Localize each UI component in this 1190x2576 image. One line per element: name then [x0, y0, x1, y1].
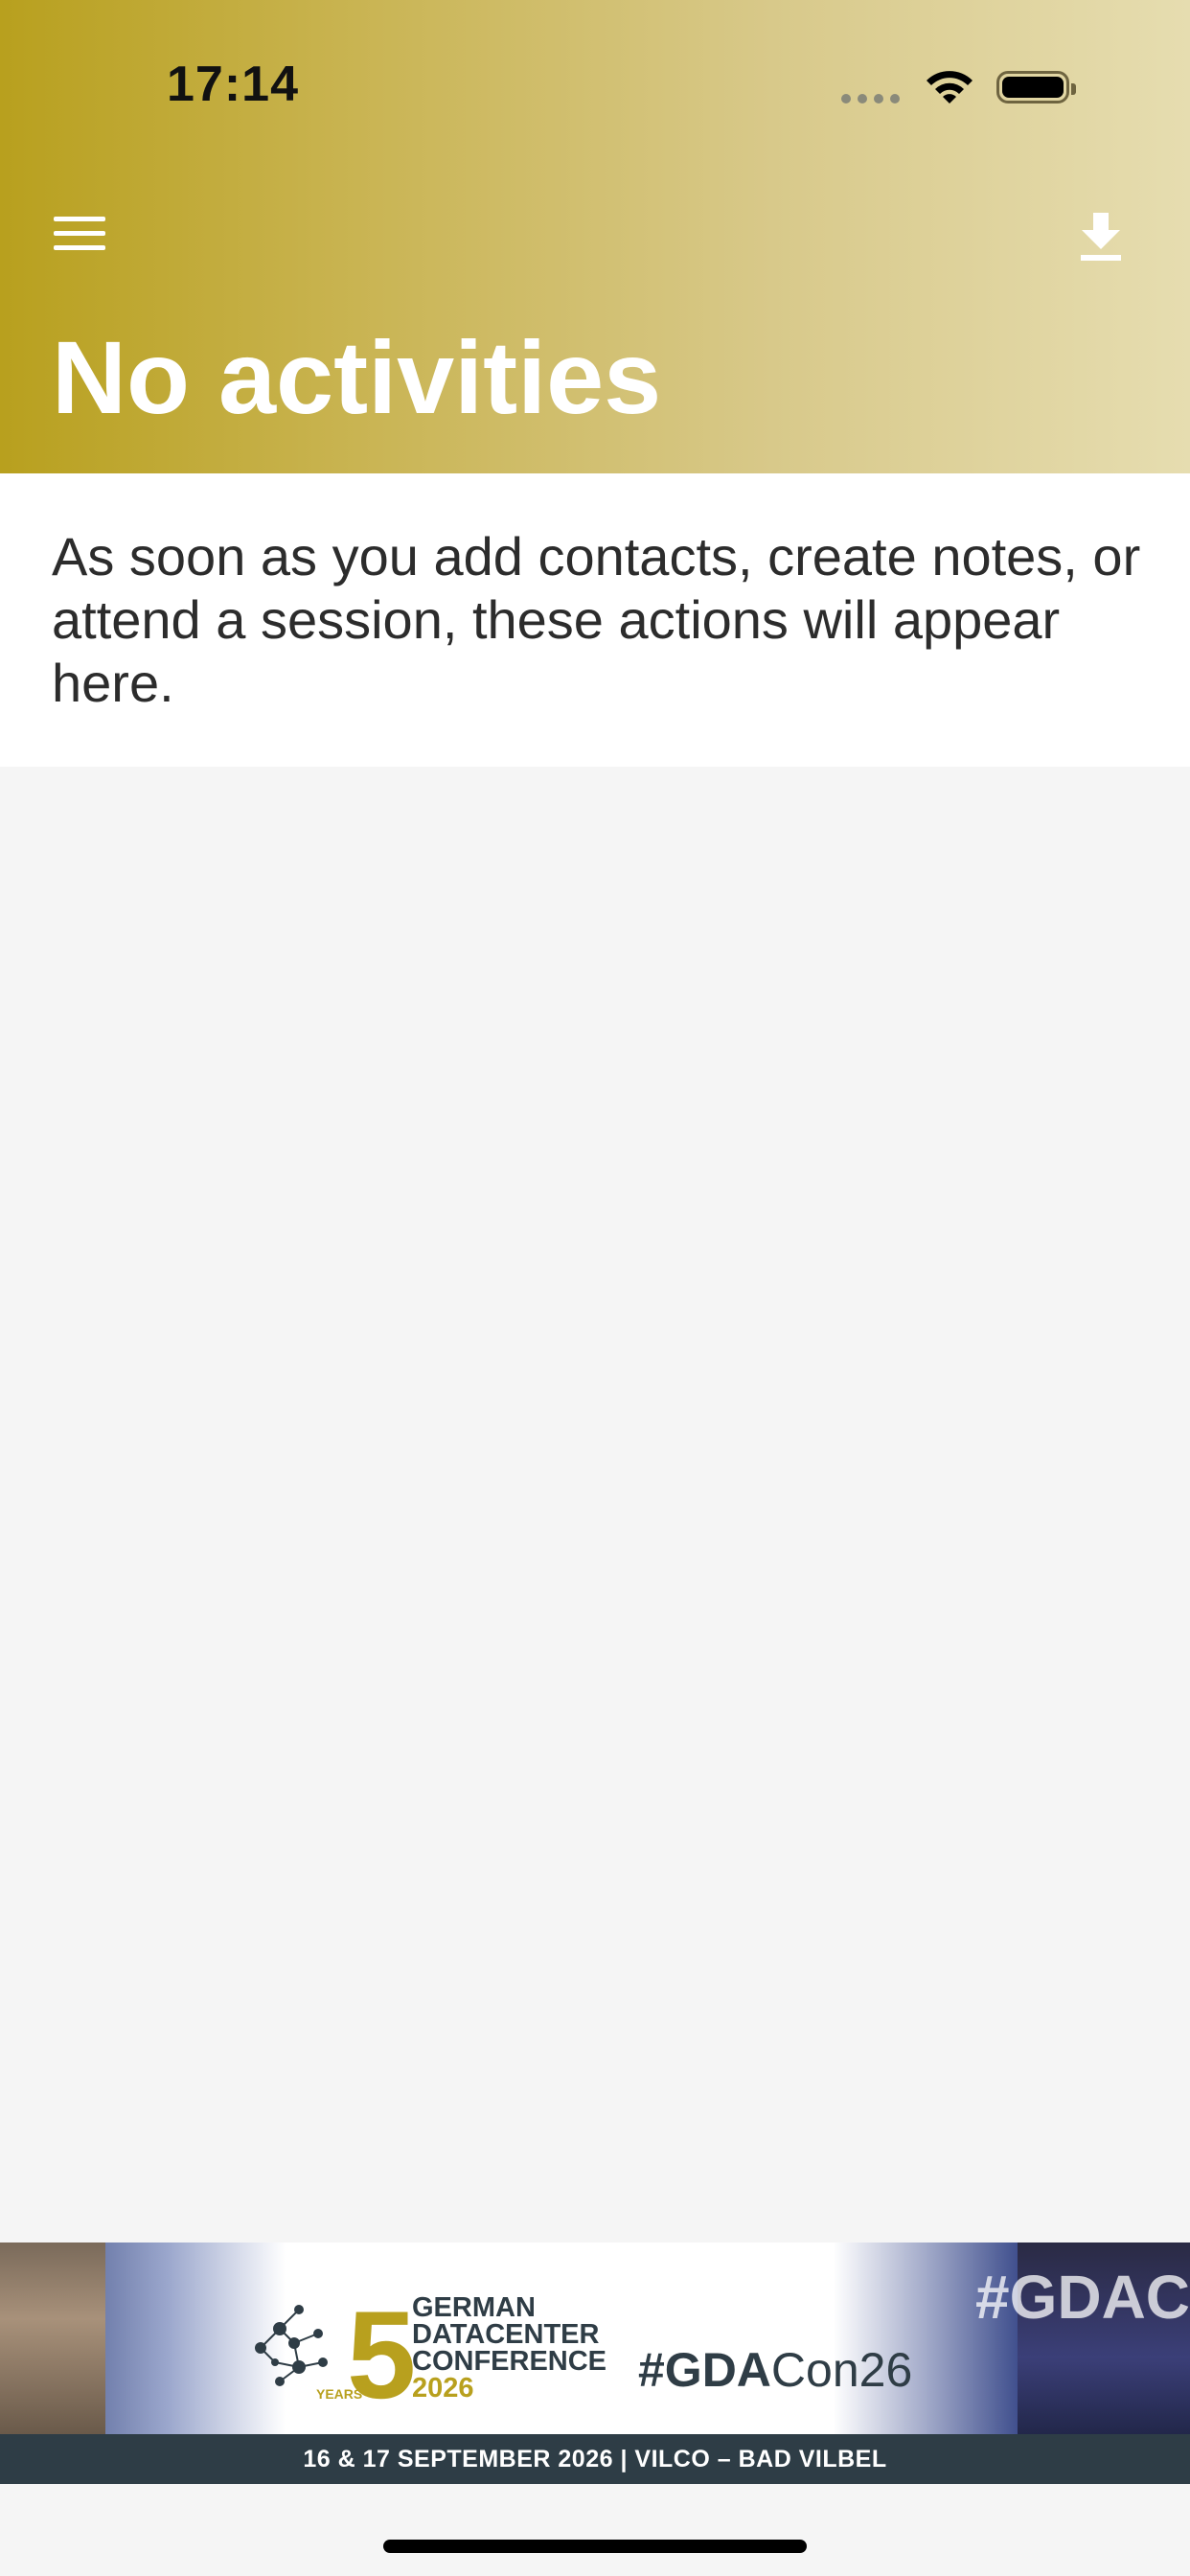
app-header: 17:14 No activities [0, 0, 1190, 475]
logo-line-year: 2026 [412, 2373, 474, 2404]
network-logo-icon [255, 2305, 328, 2386]
empty-state-message: As soon as you add contacts, create note… [52, 526, 1141, 713]
status-bar-time: 17:14 [167, 57, 299, 112]
logo-anniversary-number: 5 [347, 2285, 417, 2425]
wifi-icon [927, 71, 973, 104]
cellular-signal-icon [841, 94, 900, 104]
home-indicator[interactable] [383, 2540, 807, 2553]
logo-line-conference: CONFERENCE [412, 2346, 607, 2377]
empty-state-panel: As soon as you add contacts, create note… [0, 473, 1190, 767]
hashtag-rest-part: Con26 [770, 2343, 913, 2397]
logo-line-datacenter: DATACENTER [412, 2319, 600, 2350]
logo-line-german: GERMAN [412, 2292, 536, 2323]
battery-icon [996, 71, 1076, 104]
download-icon[interactable] [1077, 209, 1125, 263]
banner-date-location: 16 & 17 SEPTEMBER 2026 | VILCO – BAD VIL… [0, 2434, 1190, 2484]
banner-photo-left [0, 2242, 105, 2434]
logo-wordmark: GERMAN DATACENTER CONFERENCE 2026 [412, 2292, 607, 2404]
hashtag-bold-part: #GDA [638, 2343, 771, 2397]
banner-hashtag-fragment: #GDAC [974, 2263, 1190, 2332]
banner-hashtag: #GDACon26 [638, 2342, 912, 2398]
event-banner-ad[interactable]: #GDAC YEARS 5 GERMAN DATACENTER CONFEREN… [0, 2242, 1190, 2484]
hamburger-menu-icon[interactable] [54, 217, 105, 257]
page-title: No activities [52, 319, 662, 435]
